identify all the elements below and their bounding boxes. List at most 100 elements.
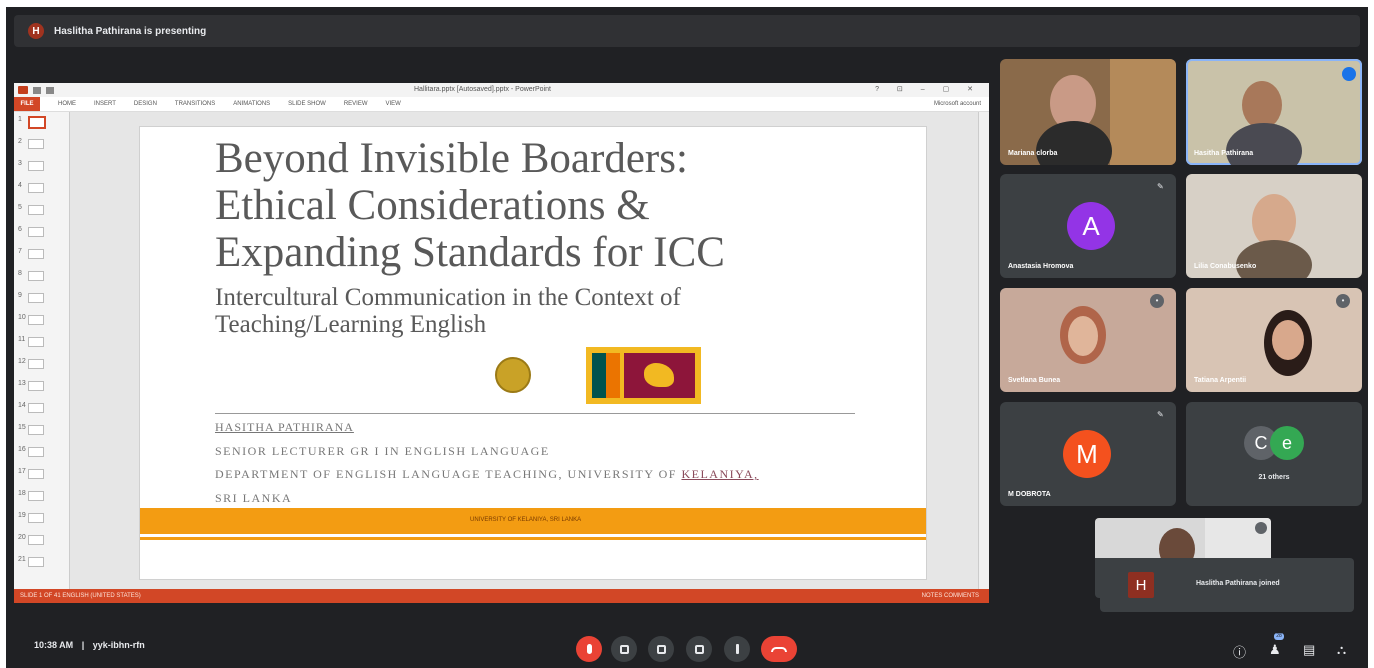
more-options-button[interactable] bbox=[724, 636, 750, 662]
people-count-badge: 28 bbox=[1274, 633, 1284, 640]
slide-title: Beyond Invisible Boarders: Ethical Consi… bbox=[215, 135, 725, 276]
ppt-tab-insert: INSERT bbox=[94, 101, 116, 107]
slide-subtitle: Intercultural Communication in the Conte… bbox=[215, 284, 681, 338]
presenting-banner: H Haslitha Pathirana is presenting bbox=[14, 15, 1360, 47]
participant-name: Svetlana Bunea bbox=[1008, 377, 1061, 384]
toast-text: Haslitha Pathirana joined bbox=[1196, 580, 1280, 587]
participant-tile-presenter[interactable]: Hasitha Pathirana bbox=[1186, 59, 1362, 165]
others-count: 21 others bbox=[1258, 474, 1290, 481]
slide-footer-line bbox=[140, 537, 926, 540]
ppt-file-name: Hallitara.pptx [Autosaved].pptx - PowerP… bbox=[414, 86, 551, 93]
participant-name: Tatiana Arpentii bbox=[1194, 377, 1247, 384]
mic-muted-icon bbox=[1255, 522, 1267, 534]
toast-avatar: H bbox=[1128, 572, 1154, 598]
mic-muted-icon: ✎ bbox=[1157, 182, 1164, 191]
participant-avatar: A bbox=[1067, 202, 1115, 250]
shared-screen: Hallitara.pptx [Autosaved].pptx - PowerP… bbox=[14, 83, 989, 603]
participant-name: M DOBROTA bbox=[1008, 491, 1051, 498]
info-icon: ⓘ bbox=[1233, 645, 1247, 660]
mic-off-icon bbox=[586, 644, 592, 654]
slide-thumb: 21 bbox=[18, 556, 44, 567]
ppt-file-tab: FILE bbox=[14, 97, 40, 111]
slide-thumb: 14 bbox=[18, 402, 44, 413]
participant-tile[interactable]: ✎ A Anastasia Hromova bbox=[1000, 174, 1176, 278]
ppt-ribbon: FILE HOME INSERT DESIGN TRANSITIONS ANIM… bbox=[14, 97, 989, 112]
participant-name: Hasitha Pathirana bbox=[1194, 150, 1254, 157]
slide-department: DEPARTMENT OF ENGLISH LANGUAGE TEACHING,… bbox=[215, 467, 759, 481]
window-controls-icon: ? ⊡ – ▢ ✕ bbox=[875, 86, 981, 93]
mic-muted-icon: • bbox=[1336, 294, 1350, 308]
ppt-tab-design: DESIGN bbox=[133, 101, 157, 107]
more-options-icon[interactable] bbox=[1342, 67, 1356, 81]
chat-icon: ▤ bbox=[1303, 642, 1316, 657]
slide-thumb: 19 bbox=[18, 512, 44, 523]
ppt-statusbar: SLIDE 1 OF 41 ENGLISH (UNITED STATES) NO… bbox=[14, 589, 989, 603]
slide-thumb: 11 bbox=[18, 336, 44, 347]
participant-name: Lilia Conabusenko bbox=[1194, 263, 1257, 270]
captions-icon bbox=[656, 644, 666, 654]
others-avatar: e bbox=[1270, 426, 1304, 460]
slide-thumb: 3 bbox=[18, 160, 44, 171]
participant-tile[interactable]: Mariana clorba bbox=[1000, 59, 1176, 165]
others-tile[interactable]: C e 21 others bbox=[1186, 402, 1362, 506]
save-icon bbox=[33, 86, 41, 94]
activities-icon: ⛬ bbox=[1337, 642, 1347, 657]
leave-call-button[interactable] bbox=[761, 636, 797, 662]
participant-tile[interactable]: ✎ M M DOBROTA bbox=[1000, 402, 1176, 506]
ppt-status-right: NOTES COMMENTS bbox=[921, 593, 979, 599]
participant-name: Anastasia Hromova bbox=[1008, 263, 1074, 270]
ppt-editor: 1 2 3 4 5 6 7 8 9 10 11 12 13 14 15 16 1… bbox=[14, 112, 989, 589]
separator: | bbox=[81, 640, 85, 650]
slide-thumb: 16 bbox=[18, 446, 44, 457]
join-notification: H Haslitha Pathirana joined bbox=[1100, 558, 1354, 612]
more-vert-icon bbox=[735, 644, 739, 654]
presenting-text: Haslitha Pathirana is presenting bbox=[54, 25, 207, 37]
slide-thumb: 5 bbox=[18, 204, 44, 215]
slide-canvas: Beyond Invisible Boarders: Ethical Consi… bbox=[140, 127, 926, 579]
powerpoint-logo-icon bbox=[18, 86, 28, 94]
ppt-tab-review: REVIEW bbox=[343, 101, 368, 107]
slide-thumbnails: 1 2 3 4 5 6 7 8 9 10 11 12 13 14 15 16 1… bbox=[14, 112, 70, 589]
slide-thumb: 2 bbox=[18, 138, 44, 149]
meeting-time: 10:38 AM bbox=[34, 640, 74, 650]
participant-tile[interactable]: • Svetlana Bunea bbox=[1000, 288, 1176, 392]
people-icon: ♟ bbox=[1269, 642, 1281, 657]
slide-thumb: 12 bbox=[18, 358, 44, 369]
ppt-status-left: SLIDE 1 OF 41 ENGLISH (UNITED STATES) bbox=[20, 593, 141, 599]
slide-presenter-name: HASITHA PATHIRANA bbox=[215, 420, 354, 434]
ppt-scrollbar bbox=[978, 112, 989, 589]
people-button[interactable]: 28 ♟ bbox=[1269, 633, 1284, 658]
presenter-avatar: H bbox=[28, 23, 44, 39]
activities-button[interactable]: ⛬ bbox=[1337, 642, 1346, 658]
ppt-titlebar: Hallitara.pptx [Autosaved].pptx - PowerP… bbox=[14, 83, 989, 97]
ppt-tab-slideshow: SLIDE SHOW bbox=[288, 101, 326, 107]
captions-button[interactable] bbox=[648, 636, 674, 662]
ppt-tab-transitions: TRANSITIONS bbox=[174, 101, 216, 107]
ppt-tab-animations: ANIMATIONS bbox=[233, 101, 271, 107]
sri-lanka-flag-icon bbox=[586, 347, 701, 404]
chat-button[interactable]: ▤ bbox=[1303, 642, 1315, 658]
slide-thumb: 17 bbox=[18, 468, 44, 479]
meeting-info-button[interactable]: ⓘ bbox=[1233, 642, 1246, 661]
slide-role: SENIOR LECTURER GR I IN ENGLISH LANGUAGE bbox=[215, 444, 550, 458]
mic-toggle-button[interactable] bbox=[576, 636, 602, 662]
slide-thumb: 10 bbox=[18, 314, 44, 325]
slide-divider bbox=[215, 413, 855, 414]
slide-thumb: 6 bbox=[18, 226, 44, 237]
ppt-account: Microsoft account bbox=[933, 101, 981, 107]
participant-tile[interactable]: • Tatiana Arpentii bbox=[1186, 288, 1362, 392]
meeting-code: yyk-ibhn-rfn bbox=[92, 640, 145, 650]
slide-thumb: 1 bbox=[18, 116, 46, 129]
slide-country: SRI LANKA bbox=[215, 491, 293, 505]
meeting-details: 10:38 AM | yyk-ibhn-rfn bbox=[34, 640, 145, 650]
slide-thumb: 7 bbox=[18, 248, 44, 259]
slide-thumb: 4 bbox=[18, 182, 44, 193]
slide-thumb: 18 bbox=[18, 490, 44, 501]
ppt-tab-home: HOME bbox=[58, 101, 76, 107]
participant-tile[interactable]: Lilia Conabusenko bbox=[1186, 174, 1362, 278]
camera-toggle-button[interactable] bbox=[611, 636, 637, 662]
slide-thumb: 15 bbox=[18, 424, 44, 435]
undo-icon bbox=[46, 86, 54, 94]
present-button[interactable] bbox=[686, 636, 712, 662]
present-icon bbox=[694, 644, 704, 654]
